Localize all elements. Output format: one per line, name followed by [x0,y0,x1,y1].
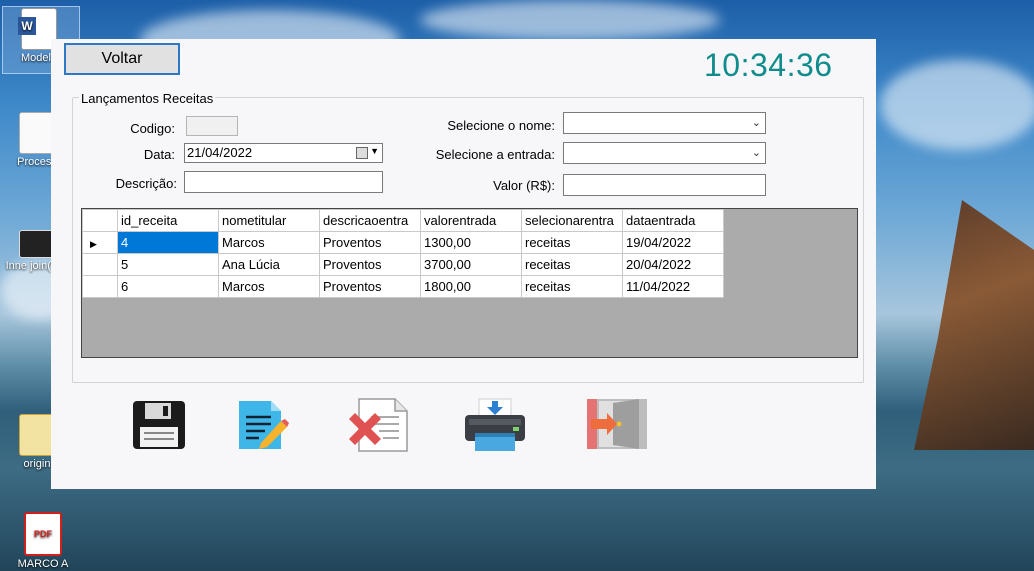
desktop-icon-pdf[interactable]: PDF MARCO A [10,512,76,570]
receitas-grid[interactable]: id_receita nometitular descricaoentra va… [81,208,858,358]
chevron-down-icon[interactable]: ▼ [370,146,379,156]
data-label: Data: [143,147,175,162]
table-cell[interactable]: 1800,00 [420,275,522,298]
column-header[interactable]: id_receita [117,209,219,232]
grid-table: id_receita nometitular descricaoentra va… [82,209,724,298]
table-cell[interactable]: Proventos [319,275,421,298]
table-cell[interactable]: 11/04/2022 [622,275,724,298]
table-cell[interactable]: Marcos [218,231,320,254]
image-file-icon [19,230,55,258]
row-selector[interactable] [82,275,118,298]
entrada-select[interactable]: ⌄ [563,142,766,164]
table-cell[interactable]: 5 [117,253,219,276]
valor-field[interactable] [563,174,766,196]
table-row[interactable]: 5 Ana Lúcia Proventos 3700,00 receitas 2… [82,253,724,276]
save-icon[interactable] [131,399,187,451]
column-header[interactable]: valorentrada [420,209,522,232]
row-header-corner [82,209,118,232]
column-header[interactable]: selecionarentra [521,209,623,232]
group-title: Lançamentos Receitas [79,91,216,106]
codigo-field[interactable] [186,116,238,136]
table-cell[interactable]: 20/04/2022 [622,253,724,276]
clock-display: 10:34:36 [704,47,833,83]
row-selector[interactable] [82,253,118,276]
valor-label: Valor (R$): [493,178,555,193]
calendar-icon[interactable] [356,147,368,159]
table-row[interactable]: ▶ 4 Marcos Proventos 1300,00 receitas 19… [82,231,724,254]
table-cell[interactable]: receitas [521,231,623,254]
table-cell[interactable]: receitas [521,275,623,298]
chevron-down-icon: ⌄ [751,117,761,129]
nome-select[interactable]: ⌄ [563,112,766,134]
table-row[interactable]: 6 Marcos Proventos 1800,00 receitas 11/0… [82,275,724,298]
pdf-folder-icon [19,414,55,456]
descricao-field[interactable] [184,171,383,193]
pdf-icon: PDF [24,512,62,556]
table-cell[interactable]: Ana Lúcia [218,253,320,276]
column-header[interactable]: nometitular [218,209,320,232]
table-cell[interactable]: 4 [117,231,219,254]
table-cell[interactable]: 6 [117,275,219,298]
column-header[interactable]: dataentrada [622,209,724,232]
nome-label: Selecione o nome: [447,118,555,133]
edit-icon[interactable] [237,399,289,451]
table-cell[interactable]: 19/04/2022 [622,231,724,254]
table-cell[interactable]: 3700,00 [420,253,522,276]
entrada-label: Selecione a entrada: [435,147,555,162]
current-row-icon: ▶ [90,239,97,249]
row-selector[interactable]: ▶ [82,231,118,254]
descricao-label: Descrição: [115,176,177,191]
table-cell[interactable]: Marcos [218,275,320,298]
text-document-icon [19,112,55,154]
desktop-icon-label: MARCO A [17,558,69,570]
table-cell[interactable]: Proventos [319,253,421,276]
date-value: 21/04/2022 [187,145,253,160]
grid-header-row: id_receita nometitular descricaoentra va… [82,209,724,232]
back-button[interactable]: Voltar [64,43,180,75]
delete-icon[interactable] [345,397,411,453]
exit-icon[interactable] [585,397,649,451]
receitas-window: Voltar 10:34:36 Lançamentos Receitas Cod… [51,39,876,489]
column-header[interactable]: descricaoentra [319,209,421,232]
chevron-down-icon: ⌄ [751,147,761,159]
print-icon[interactable] [463,397,527,453]
table-cell[interactable]: Proventos [319,231,421,254]
table-cell[interactable]: 1300,00 [420,231,522,254]
date-picker[interactable]: 21/04/2022 ▼ [184,143,383,163]
wallpaper-cliff [914,200,1034,450]
codigo-label: Codigo: [130,121,175,136]
table-cell[interactable]: receitas [521,253,623,276]
